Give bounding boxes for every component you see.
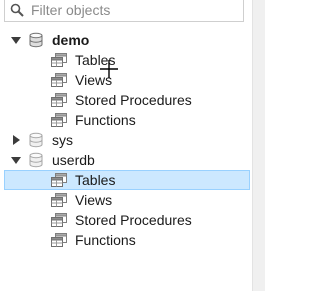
table-group-icon bbox=[51, 73, 67, 87]
triangle-right-icon[interactable] bbox=[11, 135, 21, 145]
tree-item-demo-stored-procedures[interactable]: Stored Procedures bbox=[0, 90, 252, 110]
table-group-icon bbox=[51, 113, 67, 127]
database-icon bbox=[29, 32, 43, 48]
tree-item-demo-tables[interactable]: Tables bbox=[0, 50, 252, 70]
table-group-icon bbox=[51, 173, 67, 187]
schema-userdb[interactable]: userdb bbox=[0, 150, 252, 170]
filter-box bbox=[4, 0, 244, 22]
filter-objects-input[interactable] bbox=[31, 2, 236, 18]
schema-label: sys bbox=[52, 132, 73, 148]
database-icon bbox=[29, 152, 43, 168]
selection-highlight bbox=[4, 170, 250, 190]
tree-item-userdb-tables[interactable]: Tables bbox=[0, 170, 252, 190]
table-group-icon bbox=[51, 53, 67, 67]
tree-item-label: Functions bbox=[75, 232, 136, 248]
schema-sys[interactable]: sys bbox=[0, 130, 252, 150]
schema-tree: demo Tables Views Stored Procedures Function… bbox=[0, 30, 252, 250]
triangle-down-icon[interactable] bbox=[11, 155, 21, 165]
database-icon bbox=[29, 132, 43, 148]
tree-item-label: Stored Procedures bbox=[75, 212, 192, 228]
tree-item-label: Tables bbox=[75, 172, 116, 188]
tree-item-label: Views bbox=[75, 192, 113, 208]
schema-demo[interactable]: demo bbox=[0, 30, 252, 50]
tree-item-demo-functions[interactable]: Functions bbox=[0, 110, 252, 130]
schema-label: userdb bbox=[52, 152, 95, 168]
table-group-icon bbox=[51, 193, 67, 207]
tree-item-userdb-stored-procedures[interactable]: Stored Procedures bbox=[0, 210, 252, 230]
tree-item-userdb-views[interactable]: Views bbox=[0, 190, 252, 210]
move-cursor-icon bbox=[100, 60, 118, 78]
table-group-icon bbox=[51, 233, 67, 247]
search-icon bbox=[10, 3, 24, 17]
tree-item-userdb-functions[interactable]: Functions bbox=[0, 230, 252, 250]
tree-item-label: Functions bbox=[75, 112, 136, 128]
tree-item-demo-views[interactable]: Views bbox=[0, 70, 252, 90]
table-group-icon bbox=[51, 213, 67, 227]
tree-item-label: Stored Procedures bbox=[75, 92, 192, 108]
table-group-icon bbox=[51, 93, 67, 107]
triangle-down-icon[interactable] bbox=[11, 35, 21, 45]
tree-scroll-gutter bbox=[252, 0, 265, 291]
schema-label: demo bbox=[52, 32, 90, 48]
